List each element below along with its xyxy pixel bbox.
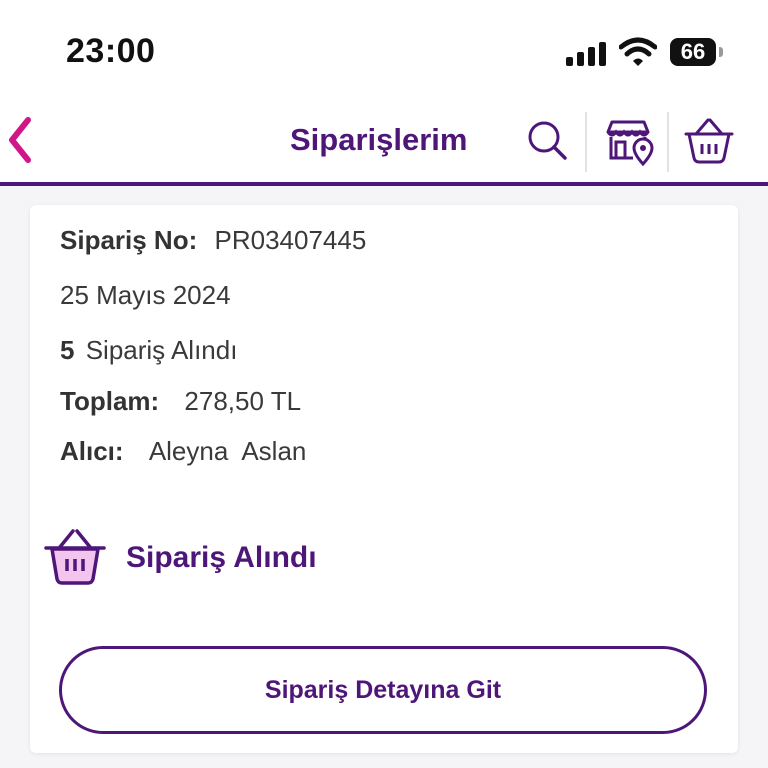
total-label: Toplam:	[60, 386, 160, 416]
wifi-icon	[619, 37, 657, 66]
status-bar: 23:00 66	[0, 0, 768, 100]
battery-cap	[719, 47, 723, 57]
order-card[interactable]: Sipariş No: PR03407445 25 Mayıs 2024 5 S…	[30, 205, 738, 753]
item-count: 5	[60, 335, 75, 365]
basket-icon	[44, 529, 106, 585]
battery-level: 66	[680, 39, 706, 64]
recipient-name: Aleyna Aslan	[148, 436, 307, 466]
basket-icon[interactable]	[681, 112, 737, 168]
store-location-icon[interactable]	[601, 112, 657, 168]
search-icon[interactable]	[519, 112, 575, 168]
page-title: Siparişlerim	[290, 122, 468, 157]
status-text: Sipariş Alındı	[126, 541, 317, 574]
order-number-row: Sipariş No: PR03407445	[60, 225, 366, 256]
battery-icon: 66	[670, 38, 716, 66]
order-date-row: 25 Mayıs 2024	[60, 280, 231, 311]
recipient-label: Alıcı:	[60, 436, 124, 466]
total-value: 278,50 TL	[184, 386, 302, 416]
order-number-label: Sipariş No:	[60, 225, 198, 255]
nav-divider	[667, 112, 669, 172]
nav-divider	[585, 112, 587, 172]
order-date: 25 Mayıs 2024	[60, 280, 231, 310]
order-number: PR03407445	[214, 225, 367, 255]
recipient-row: Alıcı: Aleyna Aslan	[60, 436, 306, 467]
back-chevron-icon	[9, 117, 31, 163]
total-row: Toplam: 278,50 TL	[60, 386, 301, 417]
item-count-label: Sipariş Alındı	[85, 335, 238, 365]
order-detail-button[interactable]: Sipariş Detayına Git	[59, 646, 707, 734]
back-button[interactable]	[0, 110, 50, 170]
item-count-row: 5 Sipariş Alındı	[60, 335, 237, 366]
nav-bar: Siparişlerim	[0, 100, 768, 186]
cellular-signal-icon	[566, 40, 608, 66]
status-time: 23:00	[66, 32, 156, 70]
